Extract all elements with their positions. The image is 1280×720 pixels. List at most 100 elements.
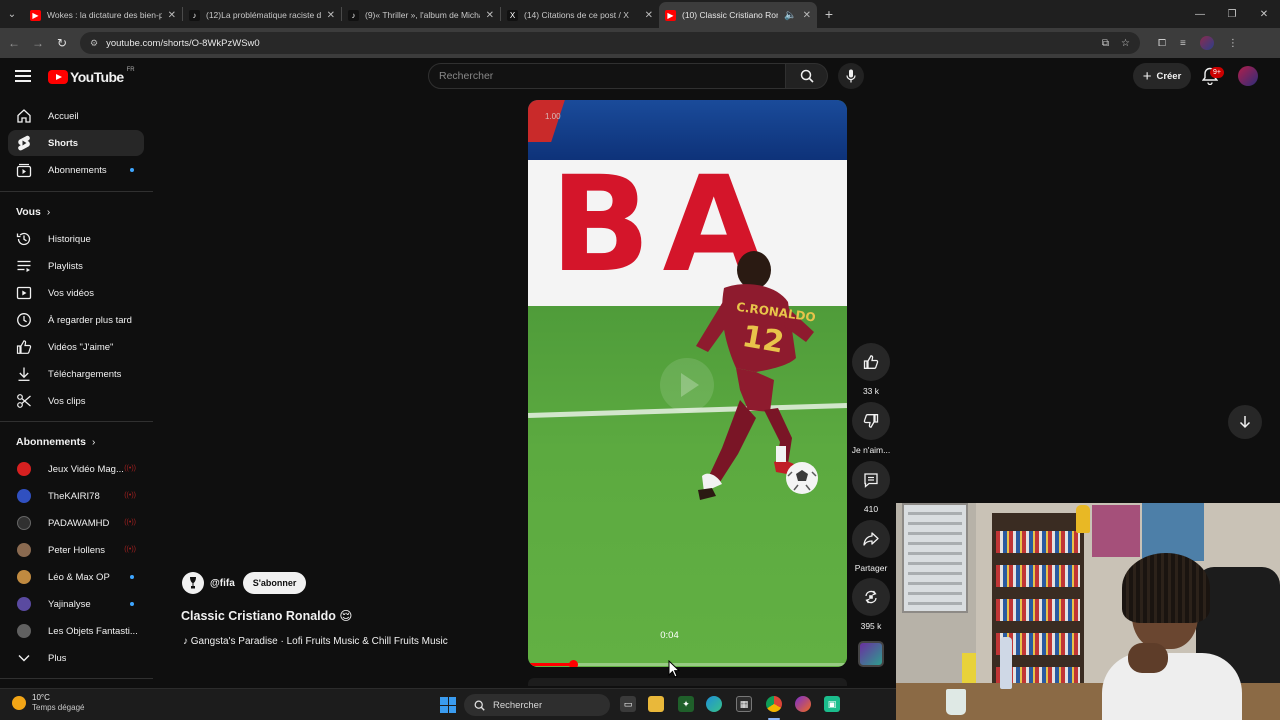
share-label: Partager (854, 563, 888, 573)
shorts-video-player[interactable]: 1.00 BA C.RONALDO 12 0:04 (528, 100, 847, 667)
browser-tab-1[interactable]: ▶ Wokes : la dictature des bien-pensants… (24, 2, 182, 28)
sidebar-channel-padawamhd[interactable]: PADAWAMHD ((•)) (8, 510, 144, 536)
search-input[interactable]: Rechercher (428, 63, 786, 89)
sidebar-subscriptions-heading[interactable]: Abonnements › (16, 436, 95, 448)
sidebar-channel-yajinalyse[interactable]: Yajinalyse (8, 591, 144, 617)
music-credit[interactable]: ♪ Gangsta's Paradise · Lofi Fruits Music… (183, 636, 448, 647)
reload-icon[interactable]: ↻ (50, 36, 74, 50)
youtube-header: YouTube FR Rechercher + Créer (0, 58, 1280, 96)
channel-name: Yajinalyse (48, 598, 91, 610)
chrome-browser-icon[interactable] (766, 696, 782, 712)
search-icon (474, 700, 485, 711)
comment-count: 410 (863, 504, 879, 514)
sidebar-channel-thekairi78[interactable]: TheKAIRI78 ((•)) (8, 483, 144, 509)
mouse-cursor-icon (668, 660, 680, 678)
media-controls-icon[interactable]: ≡ (1180, 38, 1186, 49)
messaging-app-icon[interactable]: ▣ (824, 696, 840, 712)
play-overlay-icon[interactable] (660, 358, 714, 412)
close-tab-icon[interactable]: ✕ (168, 10, 176, 21)
sound-thumbnail[interactable] (858, 641, 884, 667)
url-field[interactable]: ⚙ youtube.com/shorts/O-8WkPzWSw0 ⧉ ☆ (80, 32, 1140, 54)
sidebar-item-your-videos[interactable]: Vos vidéos (8, 280, 144, 306)
search-button[interactable] (786, 63, 828, 89)
sidebar-item-clips[interactable]: Vos clips (8, 388, 144, 414)
browser-profile-avatar[interactable] (1199, 36, 1214, 50)
scissors-icon (16, 393, 32, 409)
subscribe-button[interactable]: S'abonner (242, 572, 307, 594)
edge-browser-icon[interactable] (706, 696, 722, 712)
sidebar-channel-peter-hollens[interactable]: Peter Hollens ((•)) (8, 537, 144, 563)
comments-button[interactable] (852, 461, 890, 499)
sidebar-you-heading[interactable]: Vous › (16, 206, 50, 218)
remix-icon (865, 590, 877, 604)
forward-icon[interactable]: → (26, 36, 50, 50)
sidebar-item-shorts[interactable]: Shorts (8, 130, 144, 156)
share-button[interactable] (852, 520, 890, 558)
close-tab-icon[interactable]: ✕ (327, 10, 335, 21)
sidebar-item-label: Vos vidéos (48, 287, 94, 299)
sidebar-item-history[interactable]: Historique (8, 226, 144, 252)
video-title[interactable]: Classic Cristiano Ronaldo 😌 (181, 608, 352, 623)
bookmark-star-icon[interactable]: ☆ (1121, 38, 1130, 49)
next-short-button[interactable] (1228, 405, 1262, 439)
channel-name[interactable]: @fifa (210, 578, 235, 589)
sidebar-show-more[interactable]: Plus (8, 645, 144, 671)
close-tab-icon[interactable]: ✕ (803, 10, 811, 21)
sidebar-channel-leo-max-op[interactable]: Léo & Max OP (8, 564, 144, 590)
browser-tab-2[interactable]: ♪ (12)La problématique raciste dans ✕ (183, 2, 341, 28)
install-app-icon[interactable]: ⧉ (1102, 38, 1109, 49)
channel-name: Jeux Vidéo Mag... (48, 463, 124, 475)
menu-icon[interactable] (15, 70, 31, 82)
sidebar-item-liked-videos[interactable]: Vidéos "J'aime" (8, 334, 144, 360)
sidebar-item-playlists[interactable]: Playlists (8, 253, 144, 279)
windows-start-icon[interactable] (440, 697, 456, 713)
site-info-icon[interactable]: ⚙ (90, 38, 98, 49)
like-button[interactable] (852, 343, 890, 381)
sidebar-item-downloads[interactable]: Téléchargements (8, 361, 144, 387)
youtube-logo[interactable]: YouTube FR (48, 67, 135, 85)
sidebar-channel-jeux-video-mag[interactable]: Jeux Vidéo Mag... ((•)) (8, 456, 144, 482)
speaker-icon[interactable]: 🔈 (784, 10, 796, 21)
tab-title: Wokes : la dictature des bien-pensants (47, 10, 162, 20)
task-view-icon[interactable]: ▭ (620, 696, 636, 712)
you-heading-label: Vous (16, 206, 41, 218)
sidebar-item-home[interactable]: Accueil (8, 103, 144, 129)
weather-temperature: 10°C (32, 693, 50, 702)
file-explorer-icon[interactable] (648, 696, 664, 712)
sidebar-item-watch-later[interactable]: À regarder plus tard (8, 307, 144, 333)
tab-search-icon[interactable]: ⌄ (0, 0, 24, 28)
taskbar-search[interactable]: Rechercher (464, 694, 610, 716)
video-progress-bar[interactable] (528, 660, 847, 667)
new-tab-button[interactable]: + (817, 6, 841, 22)
close-window-icon[interactable]: ✕ (1248, 0, 1280, 28)
xbox-app-icon[interactable]: ✦ (678, 696, 694, 712)
remix-button[interactable] (852, 578, 890, 616)
microsoft-store-icon[interactable]: ▦ (736, 696, 752, 712)
browser-menu-icon[interactable]: ⋮ (1228, 38, 1238, 49)
your-videos-icon (16, 285, 32, 301)
weather-widget[interactable]: 10°C Temps dégagé (12, 693, 84, 713)
new-content-dot (130, 575, 134, 579)
live-icon: ((•)) (124, 465, 136, 472)
dislike-button[interactable] (852, 402, 890, 440)
browser-tab-4[interactable]: X (14) Citations de ce post / X ✕ (501, 2, 659, 28)
browser-tab-5-active[interactable]: ▶ (10) Classic Cristiano Ronaldo 🔈 ✕ (659, 2, 817, 28)
progress-scrubber-handle[interactable] (568, 660, 578, 667)
back-icon[interactable]: ← (2, 36, 26, 50)
close-tab-icon[interactable]: ✕ (486, 10, 494, 21)
close-tab-icon[interactable]: ✕ (645, 10, 653, 21)
subscriptions-icon (16, 162, 32, 178)
extensions-icon[interactable]: ⧠ (1158, 38, 1166, 49)
sidebar-channel-les-objets-fantastiques[interactable]: Les Objets Fantasti... (8, 618, 144, 644)
browser-tab-3[interactable]: ♪ (9)« Thriller », l'album de Michael ✕ (342, 2, 500, 28)
restore-icon[interactable]: ❐ (1216, 0, 1248, 28)
webcam-streamer-body (1102, 653, 1242, 720)
user-avatar[interactable] (1238, 66, 1258, 86)
create-button[interactable]: + Créer (1133, 63, 1191, 89)
fifa-channel-logo[interactable] (182, 572, 204, 594)
voice-search-button[interactable] (838, 63, 864, 89)
minimize-icon[interactable]: — (1184, 0, 1216, 28)
country-code: FR (126, 67, 135, 73)
sidebar-item-subscriptions[interactable]: Abonnements (8, 157, 144, 183)
firefox-browser-icon[interactable] (795, 696, 811, 712)
